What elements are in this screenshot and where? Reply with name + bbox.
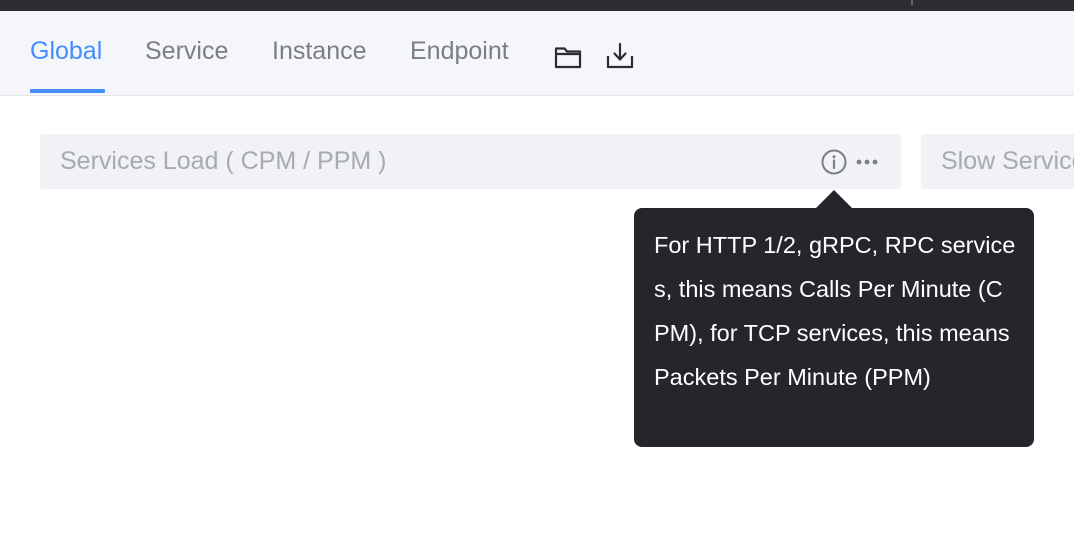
more-options-icon[interactable] (854, 150, 880, 174)
info-icon[interactable] (820, 148, 848, 176)
top-strip-marker (911, 0, 913, 5)
tooltip-arrow (816, 190, 852, 208)
folder-icon[interactable] (553, 41, 583, 71)
services-load-widget-header: Services Load ( CPM / PPM ) (40, 134, 901, 189)
window-top-strip (0, 0, 1074, 11)
slow-services-widget-header: Slow Services (921, 134, 1074, 189)
download-icon[interactable] (605, 41, 635, 71)
tab-global[interactable]: Global (30, 35, 102, 67)
dashboard-tab-bar: Global Service Instance Endpoint (0, 11, 1074, 96)
tab-service[interactable]: Service (145, 35, 228, 67)
widget-title: Slow Services (941, 147, 1074, 175)
active-tab-indicator (30, 89, 105, 93)
widget-title: Services Load ( CPM / PPM ) (60, 147, 387, 175)
tab-endpoint[interactable]: Endpoint (410, 35, 509, 67)
info-tooltip: For HTTP 1/2, gRPC, RPC services, this m… (634, 208, 1034, 447)
tab-instance[interactable]: Instance (272, 35, 367, 67)
tooltip-text: For HTTP 1/2, gRPC, RPC services, this m… (654, 232, 1016, 390)
